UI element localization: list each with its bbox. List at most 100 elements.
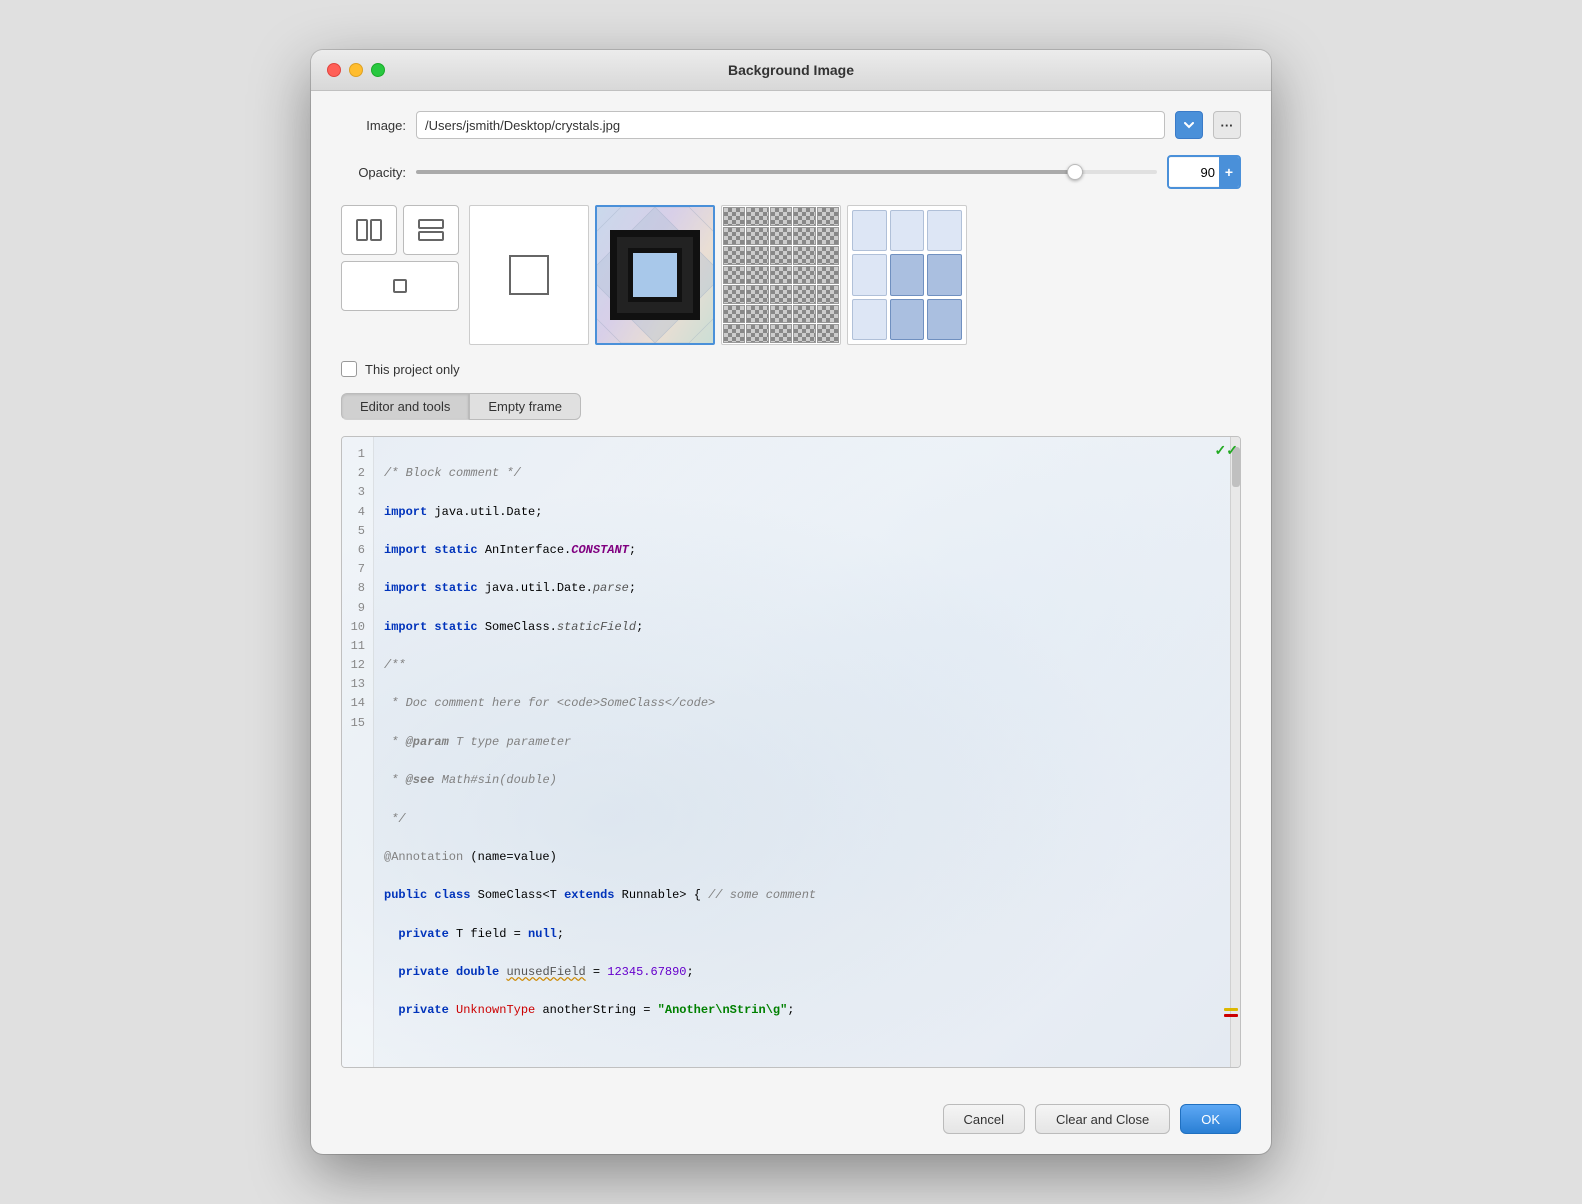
keyword-token: extends xyxy=(564,886,614,905)
center-icon xyxy=(384,270,416,302)
image-label: Image: xyxy=(341,118,406,133)
close-button[interactable] xyxy=(327,63,341,77)
keyword-token: class xyxy=(434,886,470,905)
tab-editor-tools[interactable]: Editor and tools xyxy=(341,393,469,420)
layout-rows-button[interactable] xyxy=(403,205,459,255)
layout-row-2 xyxy=(341,261,459,311)
code-line-12: public class SomeClass<T extends Runnabl… xyxy=(384,886,1230,905)
code-line-4: import static java.util.Date.parse; xyxy=(384,579,1230,598)
code-line-8: * @param T type parameter xyxy=(384,733,1230,752)
code-text: SomeClass<T xyxy=(470,886,564,905)
constant-token: CONSTANT xyxy=(571,541,629,560)
dropdown-button[interactable] xyxy=(1175,111,1203,139)
keyword-token: static xyxy=(434,541,477,560)
preview-nested-box[interactable] xyxy=(595,205,715,345)
code-line-5: import static SomeClass.staticField; xyxy=(384,618,1230,637)
code-line-10: */ xyxy=(384,810,1230,829)
browse-button[interactable]: ··· xyxy=(1213,111,1241,139)
code-text: ; xyxy=(557,925,564,944)
opacity-row: Opacity: + xyxy=(341,155,1241,189)
preview-section: // Will be rendered via JS below xyxy=(341,205,1241,345)
code-line-13: private T field = null; xyxy=(384,925,1230,944)
project-only-label: This project only xyxy=(365,362,460,377)
code-text: anotherString = xyxy=(535,1001,657,1020)
error-token: UnknownType xyxy=(456,1001,535,1020)
warning-mark xyxy=(1224,1008,1238,1011)
code-text xyxy=(427,618,434,637)
ellipsis-icon: ··· xyxy=(1221,118,1234,133)
preview-tiled-box[interactable]: // Will be rendered via JS below xyxy=(721,205,841,345)
opacity-increment-button[interactable]: + xyxy=(1219,157,1239,187)
opacity-label: Opacity: xyxy=(341,165,406,180)
keyword-token: double xyxy=(456,963,499,982)
image-path-input[interactable] xyxy=(416,111,1165,139)
error-mark xyxy=(1224,1014,1238,1017)
ok-button[interactable]: OK xyxy=(1180,1104,1241,1134)
project-only-checkbox[interactable] xyxy=(341,361,357,377)
dialog-content: Image: ··· Opacity: + xyxy=(311,91,1271,1088)
code-line-1: /* Block comment */ xyxy=(384,464,1230,483)
keyword-token: import xyxy=(384,503,427,522)
layout-center-button[interactable] xyxy=(341,261,459,311)
nested-inner-square xyxy=(628,248,682,302)
error-marks xyxy=(1224,1008,1238,1017)
nested-outer-square xyxy=(610,230,700,320)
keyword-token: public xyxy=(384,886,427,905)
centered-preview-square xyxy=(509,255,549,295)
code-line-9: * @see Math#sin(double) xyxy=(384,771,1230,790)
code-text: SomeClass.staticField; xyxy=(478,618,644,637)
opacity-input[interactable] xyxy=(1169,158,1219,186)
code-text: AnInterface. xyxy=(478,541,572,560)
tab-empty-frame[interactable]: Empty frame xyxy=(469,393,581,420)
window-controls xyxy=(327,63,385,77)
code-text: Runnable> { xyxy=(614,886,708,905)
background-image-dialog: Background Image Image: ··· Opacity: xyxy=(311,50,1271,1154)
code-content: 12345 678910 1112131415 /* Block comment… xyxy=(342,437,1240,1067)
code-text xyxy=(384,963,398,982)
keyword-token: private xyxy=(398,1001,448,1020)
code-lines: /* Block comment */ import java.util.Dat… xyxy=(374,437,1240,1067)
image-row: Image: ··· xyxy=(341,111,1241,139)
number-token: 12345.67890 xyxy=(607,963,686,982)
dialog-footer: Cancel Clear and Close OK xyxy=(311,1088,1271,1154)
columns-icon xyxy=(353,214,385,246)
slider-thumb[interactable] xyxy=(1067,164,1083,180)
code-text: T field = xyxy=(449,925,528,944)
code-text: java.util.Date.parse; xyxy=(478,579,636,598)
code-line-3: import static AnInterface.CONSTANT; xyxy=(384,541,1230,560)
tiled-grid: // Will be rendered via JS below xyxy=(722,206,840,344)
window-title: Background Image xyxy=(728,62,854,78)
keyword-token: static xyxy=(434,579,477,598)
code-text xyxy=(449,963,456,982)
cancel-button[interactable]: Cancel xyxy=(943,1104,1025,1134)
code-text xyxy=(427,541,434,560)
clear-close-button[interactable]: Clear and Close xyxy=(1035,1104,1170,1134)
code-text: ; xyxy=(629,541,636,560)
preview-grid-box[interactable] xyxy=(847,205,967,345)
layout-buttons xyxy=(341,205,459,311)
rows-icon xyxy=(415,214,447,246)
checkbox-row: This project only xyxy=(341,361,1241,377)
chevron-down-icon xyxy=(1184,122,1194,129)
code-text: (name=value) xyxy=(463,848,557,867)
string-token: "Another\nStrin\g" xyxy=(658,1001,788,1020)
comment-token: * @see Math#sin(double) xyxy=(384,771,557,790)
code-text xyxy=(427,886,434,905)
preview-centered-box[interactable] xyxy=(469,205,589,345)
minimize-button[interactable] xyxy=(349,63,363,77)
tabs-row: Editor and tools Empty frame xyxy=(341,393,1241,420)
keyword-token: private xyxy=(398,963,448,982)
opacity-slider[interactable] xyxy=(416,170,1157,174)
preview-images: // Will be rendered via JS below xyxy=(469,205,1241,345)
keyword-token: null xyxy=(528,925,557,944)
maximize-button[interactable] xyxy=(371,63,385,77)
code-line-6: /** xyxy=(384,656,1230,675)
comment-token: */ xyxy=(384,810,406,829)
layout-columns-button[interactable] xyxy=(341,205,397,255)
title-bar: Background Image xyxy=(311,50,1271,91)
code-line-7: * Doc comment here for <code>SomeClass</… xyxy=(384,694,1230,713)
layout-row-1 xyxy=(341,205,459,255)
checkmark-icon: ✓✓ xyxy=(1215,443,1238,457)
grid-layout-preview xyxy=(852,210,962,340)
scrollbar[interactable]: ✓✓ xyxy=(1230,437,1240,1067)
